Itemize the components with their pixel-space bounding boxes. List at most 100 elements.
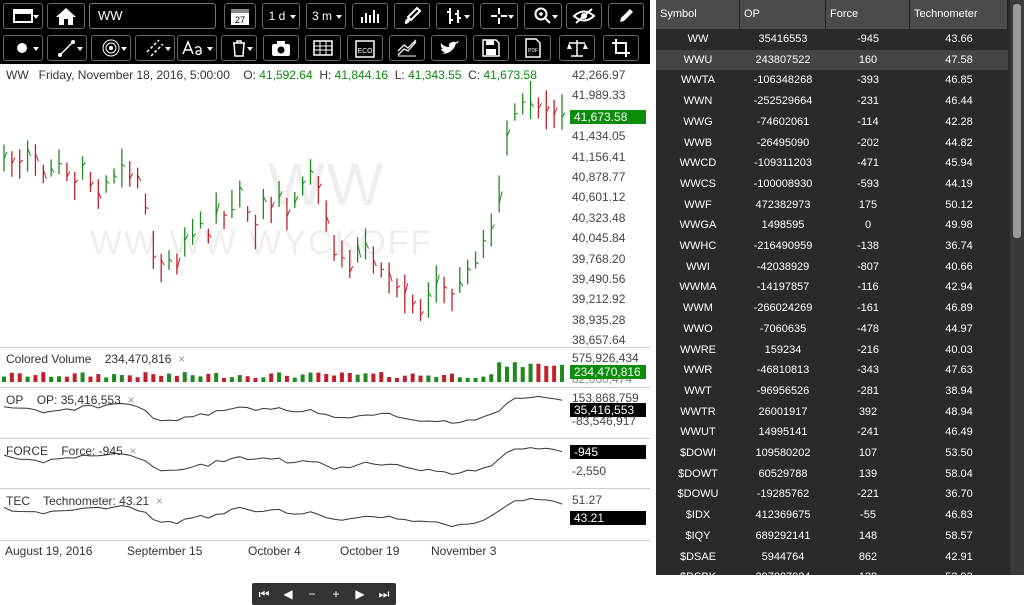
- cell-symbol: $DSAE: [656, 547, 740, 567]
- save-button[interactable]: [473, 35, 509, 61]
- screenshot-button[interactable]: [263, 35, 299, 61]
- table-row[interactable]: WWU24380752216047.58: [656, 50, 1008, 70]
- twitter-button[interactable]: [431, 35, 467, 61]
- table-row[interactable]: $DOWI10958020210753.50: [656, 443, 1008, 463]
- zoom-in-button[interactable]: +: [324, 583, 348, 605]
- close-icon[interactable]: ×: [178, 352, 185, 366]
- table-row[interactable]: WWCS-100008930-59344.19: [656, 174, 1008, 194]
- cell-symbol: WWU: [656, 50, 740, 70]
- table-row[interactable]: WWT-96956526-28138.94: [656, 381, 1008, 401]
- table-row[interactable]: WW35416553-94543.66: [656, 29, 1008, 49]
- hide-button[interactable]: [566, 3, 602, 29]
- close-icon[interactable]: ×: [127, 393, 134, 407]
- cell-force: -471: [826, 153, 910, 173]
- cell-force: -231: [826, 91, 910, 111]
- floppy-disk-icon: [481, 38, 501, 58]
- draw-tool-button[interactable]: [394, 3, 430, 29]
- pane-divider[interactable]: [0, 488, 650, 489]
- cell-op: 60529788: [740, 464, 826, 484]
- interval-dropdown[interactable]: 1 d: [262, 3, 300, 29]
- table-row[interactable]: WWUT14995141-24146.49: [656, 422, 1008, 442]
- cell-symbol: WWG: [656, 112, 740, 132]
- scrollbar-thumb[interactable]: [1013, 4, 1021, 238]
- pane-divider[interactable]: [0, 438, 650, 439]
- data-table-button[interactable]: [305, 35, 341, 61]
- line-tool-button[interactable]: [47, 35, 87, 61]
- table-row[interactable]: $DOWT6052978813958.04: [656, 464, 1008, 484]
- force-study-name: FORCE: [6, 444, 48, 458]
- table-row[interactable]: WWM-266024269-16146.89: [656, 298, 1008, 318]
- table-row[interactable]: WWGA1498595049.98: [656, 215, 1008, 235]
- table-row[interactable]: WWHC-216490959-13836.74: [656, 236, 1008, 256]
- symbol-search-input[interactable]: WW: [89, 3, 216, 29]
- cell-technometer: 58.04: [910, 464, 1008, 484]
- range-dropdown[interactable]: 3 m: [306, 3, 346, 29]
- pdf-button[interactable]: PDF: [515, 35, 551, 61]
- chart-type-button[interactable]: [352, 3, 388, 29]
- target-circles-icon: [101, 38, 121, 58]
- table-row[interactable]: $DSBK39708702413853.93: [656, 567, 1008, 587]
- table-row[interactable]: WWCD-109311203-47145.94: [656, 153, 1008, 173]
- pane-divider[interactable]: [0, 347, 650, 348]
- nav-first-button[interactable]: ⏮: [252, 583, 276, 605]
- bar-style-button[interactable]: [436, 3, 474, 29]
- crosshair-button[interactable]: [480, 3, 518, 29]
- zoom-button[interactable]: [524, 3, 562, 29]
- date-label: August 19, 2016: [5, 544, 92, 558]
- text-tool-button[interactable]: [177, 35, 217, 61]
- nav-last-button[interactable]: ⏭: [372, 583, 396, 605]
- column-header-symbol[interactable]: Symbol: [656, 0, 740, 29]
- table-row[interactable]: WWI-42038929-80740.66: [656, 257, 1008, 277]
- column-header-technometer[interactable]: Technometer: [910, 0, 1008, 29]
- cell-op: -14197857: [740, 277, 826, 297]
- crosshair-icon: [489, 6, 509, 26]
- close-icon[interactable]: ×: [156, 494, 163, 508]
- home-button[interactable]: [47, 3, 85, 29]
- tec-axis-top: 51.27: [572, 493, 602, 507]
- economic-button[interactable]: ECO: [347, 35, 383, 61]
- table-row[interactable]: $IDX412369675-5546.83: [656, 505, 1008, 525]
- calendar-button[interactable]: 27: [224, 3, 256, 29]
- table-row[interactable]: WWTA-106348268-39346.85: [656, 70, 1008, 90]
- delete-button[interactable]: [221, 35, 257, 61]
- channel-tool-button[interactable]: [135, 35, 175, 61]
- table-row[interactable]: WWTR2600191739248.94: [656, 402, 1008, 422]
- price-axis-label: 39,212.92: [572, 292, 625, 306]
- toolbar-row-2: ECO PDF: [0, 32, 650, 64]
- compare-button[interactable]: [559, 35, 595, 61]
- table-row[interactable]: $DSAE594476486242.91: [656, 547, 1008, 567]
- close-icon[interactable]: ×: [129, 444, 136, 458]
- op-study-value: OP: 35,416,553: [37, 393, 121, 407]
- table-row[interactable]: WWB-26495090-20244.82: [656, 133, 1008, 153]
- crop-button[interactable]: [603, 35, 639, 61]
- table-row[interactable]: $DOWU-19285762-22136.70: [656, 484, 1008, 504]
- date-label: September 15: [127, 544, 202, 558]
- period-selector-button[interactable]: [3, 3, 43, 29]
- table-row[interactable]: WWG-74602061-11442.28: [656, 112, 1008, 132]
- studies-button[interactable]: [389, 35, 425, 61]
- table-row[interactable]: WWRE159234-21640.03: [656, 340, 1008, 360]
- pencil-button[interactable]: [608, 3, 644, 29]
- pane-divider[interactable]: [0, 387, 650, 388]
- table-row[interactable]: $IQY68929214114858.57: [656, 526, 1008, 546]
- table-row[interactable]: WWR-46810813-34347.63: [656, 360, 1008, 380]
- column-header-op[interactable]: OP: [740, 0, 826, 29]
- table-row[interactable]: WWO-7060635-47844.97: [656, 319, 1008, 339]
- cell-technometer: 53.93: [910, 567, 1008, 587]
- cell-force: -116: [826, 277, 910, 297]
- dot-tool-button[interactable]: [3, 35, 43, 61]
- volume-study-value: 234,470,816: [105, 352, 172, 366]
- nav-prev-button[interactable]: ◀: [276, 583, 300, 605]
- table-row[interactable]: WWF47238297317550.12: [656, 195, 1008, 215]
- table-row[interactable]: WWN-252529664-23146.44: [656, 91, 1008, 111]
- circle-tool-button[interactable]: [91, 35, 131, 61]
- zoom-out-button[interactable]: −: [300, 583, 324, 605]
- table-row[interactable]: WWMA-14197857-11642.94: [656, 277, 1008, 297]
- chart-area[interactable]: WW WW WW WYCKOFF WW Friday, November 18,…: [0, 64, 650, 561]
- column-header-force[interactable]: Force: [826, 0, 910, 29]
- cell-force: 148: [826, 526, 910, 546]
- date-label: October 19: [340, 544, 399, 558]
- nav-next-button[interactable]: ▶: [348, 583, 372, 605]
- cell-op: -106348268: [740, 70, 826, 90]
- table-scrollbar[interactable]: [1010, 0, 1024, 575]
